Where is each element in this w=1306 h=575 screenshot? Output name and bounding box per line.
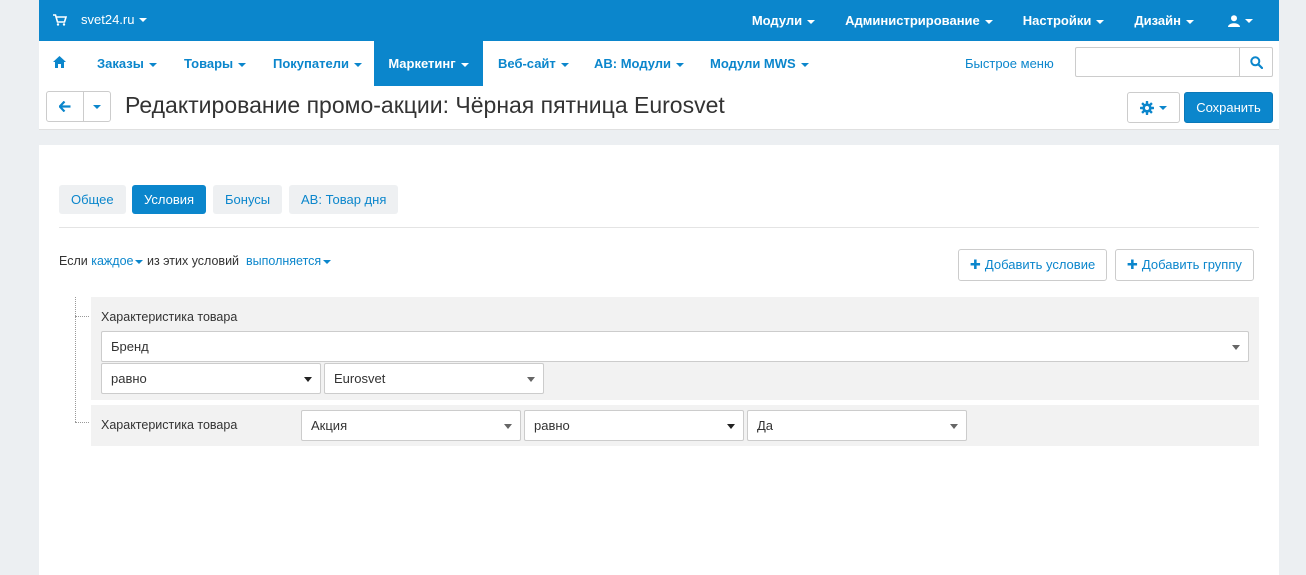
chevron-down-icon bbox=[800, 62, 809, 67]
chevron-down-icon bbox=[353, 62, 362, 67]
page-title-brand: Eurosvet bbox=[634, 92, 725, 118]
chevron-down-icon bbox=[560, 62, 569, 67]
topnav-design[interactable]: Дизайн bbox=[1134, 13, 1194, 28]
chevron-down-icon bbox=[323, 259, 332, 264]
plus-icon: ✚ bbox=[970, 257, 981, 272]
condition-row: Характеристика товара Бренд равно Eurosv… bbox=[91, 297, 1259, 400]
feature-select[interactable]: Акция bbox=[301, 410, 521, 441]
chevron-down-icon bbox=[504, 424, 512, 429]
chevron-down-icon bbox=[527, 377, 535, 382]
chevron-down-icon bbox=[1232, 345, 1240, 350]
topnav-settings[interactable]: Настройки bbox=[1023, 13, 1105, 28]
chevron-down-icon bbox=[1096, 19, 1105, 24]
settings-dropdown-button[interactable] bbox=[1127, 92, 1180, 123]
chevron-down-icon bbox=[304, 377, 312, 382]
title-bar: Редактирование промо-акции: Чёрная пятни… bbox=[39, 86, 1279, 130]
arrow-left-icon bbox=[59, 101, 71, 112]
value-select[interactable]: Eurosvet bbox=[324, 363, 544, 394]
nav-marketing[interactable]: Маркетинг bbox=[374, 41, 483, 86]
store-name: svet24.ru bbox=[81, 12, 135, 27]
chevron-down-icon bbox=[807, 19, 816, 24]
main-nav: Заказы Товары Покупатели Маркетинг Веб-с… bbox=[39, 41, 1279, 87]
user-menu[interactable] bbox=[1228, 14, 1253, 27]
search-icon bbox=[1249, 55, 1263, 69]
tab-conditions[interactable]: Условия bbox=[132, 185, 207, 214]
home-icon[interactable] bbox=[53, 56, 66, 68]
tab-bonuses[interactable]: Бонусы bbox=[213, 185, 283, 214]
chevron-down-icon bbox=[135, 259, 144, 264]
chevron-down-icon bbox=[984, 19, 993, 24]
nav-website[interactable]: Веб-сайт bbox=[498, 41, 569, 86]
conditions-middle-text: из этих условий bbox=[146, 254, 240, 268]
back-dropdown-button[interactable] bbox=[83, 91, 111, 122]
conditions-summary: Если каждое из этих условий выполняется bbox=[59, 254, 332, 268]
chevron-down-icon bbox=[238, 62, 247, 67]
conditions-state-dropdown[interactable]: выполняется bbox=[246, 254, 332, 268]
chevron-down-icon bbox=[676, 62, 685, 67]
add-condition-button[interactable]: ✚ Добавить условие bbox=[958, 249, 1108, 281]
top-nav: Модули Администрирование Настройки Дизай… bbox=[722, 0, 1253, 41]
chevron-down-icon bbox=[727, 424, 735, 429]
condition-label: Характеристика товара bbox=[101, 418, 238, 432]
tab-ab-product-of-day[interactable]: AB: Товар дня bbox=[289, 185, 399, 214]
top-bar: svet24.ru Модули Администрирование Настр… bbox=[39, 0, 1279, 41]
tabs-divider bbox=[59, 227, 1259, 228]
nav-customers[interactable]: Покупатели bbox=[273, 41, 362, 86]
tree-connector bbox=[75, 422, 89, 423]
condition-row: Характеристика товара Акция равно Да bbox=[91, 405, 1259, 446]
back-button[interactable] bbox=[46, 91, 84, 122]
chevron-down-icon bbox=[148, 62, 157, 67]
save-button[interactable]: Сохранить bbox=[1184, 92, 1273, 123]
chevron-down-icon bbox=[1245, 18, 1253, 23]
chevron-down-icon bbox=[950, 424, 958, 429]
nav-ab-modules[interactable]: AB: Модули bbox=[594, 41, 685, 86]
conditions-mode-dropdown[interactable]: каждое bbox=[91, 254, 144, 268]
user-icon bbox=[1228, 14, 1240, 27]
topnav-administration[interactable]: Администрирование bbox=[845, 13, 993, 28]
chevron-down-icon bbox=[93, 104, 101, 109]
store-switcher[interactable]: svet24.ru bbox=[53, 12, 148, 27]
condition-label: Характеристика товара bbox=[101, 310, 238, 324]
topnav-modules[interactable]: Модули bbox=[752, 13, 816, 28]
feature-select[interactable]: Бренд bbox=[101, 331, 1249, 362]
gear-icon bbox=[1140, 100, 1154, 115]
nav-mws-modules[interactable]: Модули MWS bbox=[710, 41, 809, 86]
chevron-down-icon bbox=[1186, 19, 1194, 24]
operator-select[interactable]: равно bbox=[524, 410, 744, 441]
operator-select[interactable]: равно bbox=[101, 363, 321, 394]
tree-connector bbox=[75, 316, 89, 317]
conditions-prefix: Если bbox=[59, 254, 88, 268]
add-group-button[interactable]: ✚ Добавить группу bbox=[1115, 249, 1254, 281]
chevron-down-icon bbox=[139, 17, 148, 22]
nav-orders[interactable]: Заказы bbox=[97, 41, 157, 86]
nav-products[interactable]: Товары bbox=[184, 41, 247, 86]
cart-icon bbox=[53, 13, 67, 26]
quick-menu-link[interactable]: Быстрое меню bbox=[965, 41, 1054, 86]
page-title: Редактирование промо-акции: Чёрная пятни… bbox=[125, 92, 725, 118]
search-button[interactable] bbox=[1239, 47, 1273, 77]
plus-icon: ✚ bbox=[1127, 257, 1138, 272]
value-select[interactable]: Да bbox=[747, 410, 967, 441]
tab-general[interactable]: Общее bbox=[59, 185, 126, 214]
chevron-down-icon bbox=[460, 62, 469, 67]
chevron-down-icon bbox=[1159, 105, 1167, 110]
